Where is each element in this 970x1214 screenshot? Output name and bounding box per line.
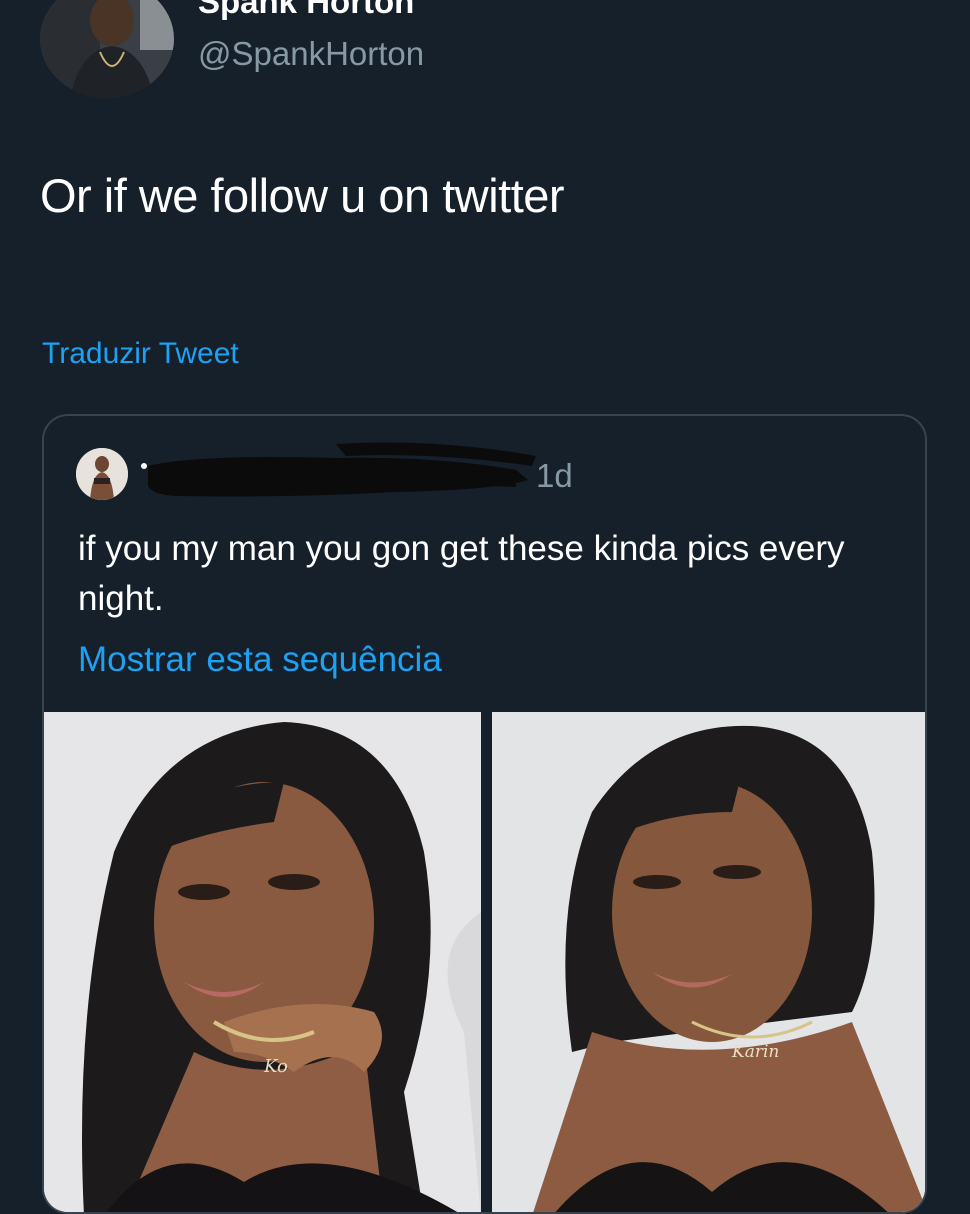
quoted-tweet-card[interactable]: 1d if you my man you gon get these kinda… [42,414,927,1214]
quoted-tweet-text: if you my man you gon get these kinda pi… [78,529,845,618]
redacted-author-name [136,436,536,502]
show-thread-link[interactable]: Mostrar esta sequência [78,636,442,684]
translate-tweet-link[interactable]: Traduzir Tweet [42,334,239,374]
tweet-header: Spank Horton @SpankHorton [40,0,940,100]
author-avatar[interactable] [40,0,174,98]
media-image-2[interactable]: Karin [492,712,925,1212]
necklace-text-2: Karin [731,1042,779,1062]
tweet-text: Or if we follow u on twitter [40,169,565,222]
quoted-timestamp[interactable]: 1d [536,456,573,496]
author-handle[interactable]: @SpankHorton [198,34,424,74]
quoted-author-avatar[interactable] [76,448,128,500]
author-display-name[interactable]: Spank Horton [198,0,414,22]
media-image-1[interactable]: Ko [44,712,481,1212]
necklace-text-1: Ko [263,1056,288,1077]
